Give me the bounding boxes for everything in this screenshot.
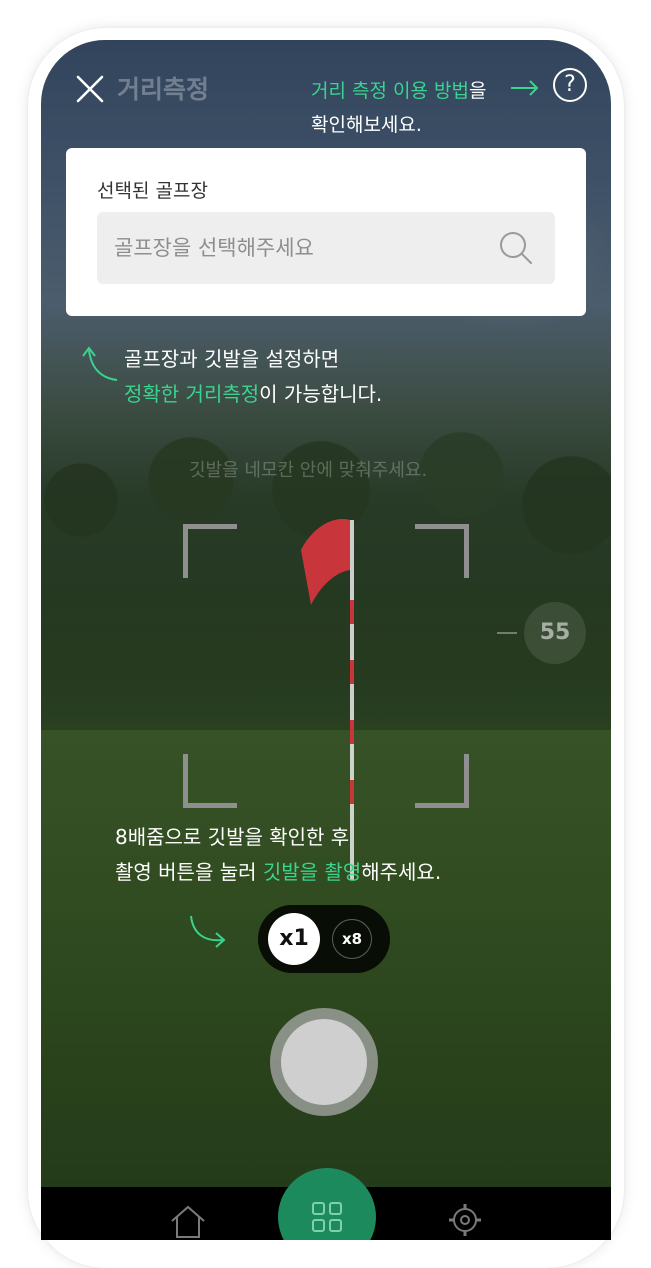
zoom-x8-button[interactable]: x8 [332,919,372,959]
zoom-x1-button[interactable]: x1 [268,913,320,965]
focus-bracket-bottom-left [183,754,237,808]
zoom-toggle: x1 x8 [258,905,390,973]
setup-hint-accent: 정확한 거리측정 [124,382,260,406]
arrow-right-icon [511,80,539,96]
setup-hint: 골프장과 깃발을 설정하면 정확한 거리측정이 가능합니다. [124,342,382,412]
search-icon[interactable] [498,230,534,266]
home-icon[interactable] [169,1203,207,1239]
usage-guide-link[interactable]: 거리 측정 이용 방법을 확인해보세요. [311,74,486,142]
selected-course-card: 선택된 골프장 [66,148,586,316]
setup-hint-suffix: 이 가능합니다. [259,382,383,406]
focus-bracket-top-right [415,524,469,578]
capture-hint-line1: 8배줌으로 깃발을 확인한 후 [115,825,350,849]
shutter-button[interactable] [270,1008,378,1116]
flag-pin [301,519,354,880]
curved-arrow-right-icon [190,915,226,948]
page-title: 거리측정 [117,75,210,104]
selected-course-label: 선택된 골프장 [97,180,208,202]
focus-bracket-bottom-right [415,754,469,808]
course-search-input[interactable] [97,212,555,284]
capture-hint-accent: 깃발을 촬영 [262,860,362,884]
capture-hint: 8배줌으로 깃발을 확인한 후 촬영 버튼을 눌러 깃발을 촬영해주세요. [115,820,441,890]
gear-icon[interactable] [448,1203,482,1237]
curved-arrow-up-icon [82,346,118,381]
setup-hint-line1: 골프장과 깃발을 설정하면 [124,347,340,371]
focus-bracket-top-left [183,524,237,578]
camera-screen: 거리측정 거리 측정 이용 방법을 확인해보세요. ? 선택된 골프장 골프장과… [41,40,611,1240]
usage-guide-accent: 거리 측정 이용 방법 [311,80,469,102]
zoom-level-indicator[interactable]: 55 [524,602,586,664]
grid-icon [312,1202,342,1232]
capture-hint-suffix: 해주세요. [361,860,442,884]
close-icon[interactable] [75,74,105,104]
capture-hint-prefix: 촬영 버튼을 눌러 [115,860,263,884]
shutter-button-inner [281,1019,367,1105]
zoom-slider-tick [497,632,517,634]
usage-guide-line2: 확인해보세요. [311,114,422,136]
usage-guide-suffix: 을 [468,80,487,102]
frame-guide-text: 깃발을 네모칸 안에 맞춰주세요. [189,460,428,481]
question-circle-icon[interactable]: ? [553,68,587,102]
